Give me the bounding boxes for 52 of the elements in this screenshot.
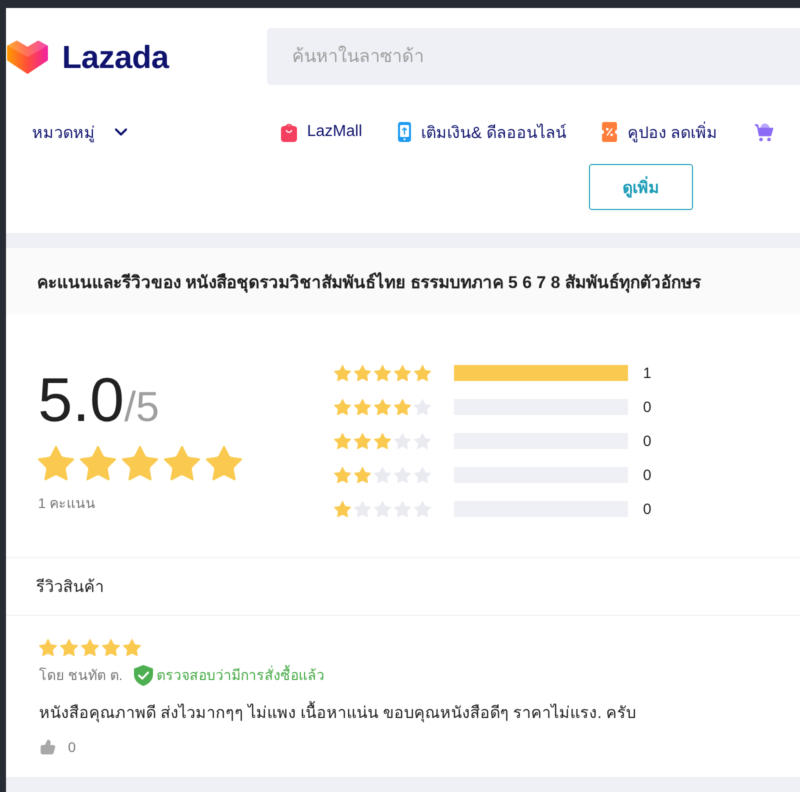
star-icon xyxy=(123,639,141,656)
review-text: หนังสือคุณภาพดี ส่งไวมากๆๆ ไม่แพง เนื้อหาแน่น ขอบคุณหนังสือดีๆ ราคาไม่แรง. ครับ xyxy=(39,703,636,726)
star-icon xyxy=(354,364,371,382)
search-field[interactable]: ค้นหาในลาซาด้า xyxy=(267,28,800,85)
ticket-icon xyxy=(602,122,618,142)
rating-bar-count: 0 xyxy=(643,500,652,518)
lazmall-link[interactable]: LazMall xyxy=(281,122,362,142)
star-icon xyxy=(102,639,120,656)
star-icon xyxy=(334,364,351,382)
ratings-title: คะแนนและรีวิวของ หนังสือชุดรวมวิชาสัมพันธ์ไทย ธรรมบทภาค 5 6 7 8 สัมพันธ์ทุกตัวอักษร xyxy=(6,248,800,314)
star-icon xyxy=(414,364,431,382)
brand-name: Lazada xyxy=(62,40,169,72)
star-icon xyxy=(122,446,158,481)
reviews-heading: รีวิวสินค้า xyxy=(6,558,800,616)
star-icon xyxy=(38,446,74,481)
shopping-bag-icon xyxy=(281,122,297,142)
star-icon xyxy=(60,639,78,656)
star-icon xyxy=(334,466,351,484)
thumbs-up-icon xyxy=(40,739,56,756)
star-icon xyxy=(354,466,371,484)
rating-bar-count: 0 xyxy=(643,398,652,416)
verified-purchase-label: ตรวจสอบว่ามีการสั่งซื้อแล้ว xyxy=(156,664,325,686)
average-score: 5.0 xyxy=(38,370,124,432)
like-button[interactable]: 0 xyxy=(39,736,76,758)
rating-bar-count: 0 xyxy=(643,432,652,450)
category-menu-button[interactable]: หมวดหมู่ xyxy=(32,120,131,144)
star-icon xyxy=(374,432,391,450)
star-icon xyxy=(81,639,99,656)
star-icon xyxy=(374,398,391,416)
cart-link[interactable] xyxy=(754,122,774,142)
cart-icon xyxy=(754,122,774,142)
score-scale: /5 xyxy=(124,386,160,428)
phone-icon xyxy=(398,122,412,142)
review-author: โดย ชนทัต ต. xyxy=(39,666,123,686)
star-icon xyxy=(39,639,57,656)
star-icon xyxy=(80,446,116,481)
star-icon xyxy=(374,364,391,382)
star-icon xyxy=(334,500,351,518)
coupon-link[interactable]: คูปอง ลดเพิ่ม xyxy=(602,120,718,144)
star-icon xyxy=(394,364,411,382)
rating-count: 1 คะแนน xyxy=(38,494,96,513)
star-icon xyxy=(334,432,351,450)
star-icon xyxy=(394,398,411,416)
rating-bar-count: 1 xyxy=(643,364,652,382)
star-icon xyxy=(206,446,242,481)
star-icon xyxy=(354,398,371,416)
shield-check-icon xyxy=(134,664,153,686)
star-icon xyxy=(354,432,371,450)
star-icon xyxy=(334,398,351,416)
rating-bar-count: 0 xyxy=(643,466,652,484)
topup-link[interactable]: เติมเงิน& ดีลออนไลน์ xyxy=(398,120,566,144)
star-icon xyxy=(164,446,200,481)
